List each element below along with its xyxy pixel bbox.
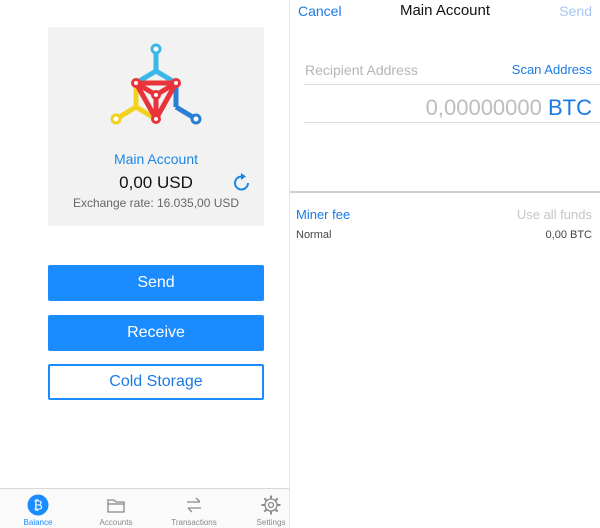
account-name[interactable]: Main Account: [48, 151, 264, 167]
scan-address-button[interactable]: Scan Address: [512, 62, 592, 77]
refresh-icon[interactable]: [233, 172, 251, 192]
folder-icon: [107, 499, 125, 513]
bitcoin-icon: ₿: [27, 494, 49, 516]
send-button[interactable]: Send: [48, 265, 264, 301]
balance-screen: Main Account 0,00 USD Exchange rate: 16.…: [0, 0, 289, 528]
exchange-rate: Exchange rate: 16.035,00 USD: [72, 196, 240, 210]
account-card: Main Account 0,00 USD Exchange rate: 16.…: [48, 27, 264, 226]
use-all-funds-button[interactable]: Use all funds: [517, 207, 592, 222]
amount-underline: [304, 122, 600, 123]
tab-transactions[interactable]: Transactions: [165, 489, 223, 528]
fee-amount: 0,00 BTC: [545, 229, 592, 241]
tab-label: Balance: [23, 518, 53, 527]
section-separator: [290, 191, 600, 193]
app-root: Main Account 0,00 USD Exchange rate: 16.…: [0, 0, 600, 528]
tab-balance[interactable]: ₿ Balance: [9, 489, 67, 528]
miner-fee-button[interactable]: Miner fee: [296, 207, 350, 222]
send-screen: Main Account Cancel Send Recipient Addre…: [290, 0, 600, 528]
send-nav-button[interactable]: Send: [559, 3, 592, 19]
mycelium-logo-icon: [110, 43, 202, 125]
svg-text:₿: ₿: [33, 499, 43, 514]
amount-value: 0,00000000: [425, 95, 542, 120]
swap-arrows-icon: [187, 497, 201, 513]
cancel-button[interactable]: Cancel: [298, 3, 342, 19]
amount-field[interactable]: 0,00000000 BTC: [426, 95, 592, 121]
recipient-address-input[interactable]: Recipient Address: [305, 62, 418, 78]
tab-accounts[interactable]: Accounts: [87, 489, 145, 528]
balance-value: 0,00 USD: [119, 173, 193, 192]
cold-storage-button[interactable]: Cold Storage: [48, 364, 264, 400]
receive-button[interactable]: Receive: [48, 315, 264, 351]
tab-label: Accounts: [99, 518, 133, 527]
gear-icon: [261, 495, 281, 515]
currency-toggle[interactable]: BTC: [548, 95, 592, 120]
tab-label: Transactions: [171, 518, 217, 527]
tab-bar: ₿ Balance Accounts Transactions Settings: [0, 488, 289, 528]
fee-level: Normal: [296, 229, 332, 241]
address-underline: [304, 84, 600, 85]
